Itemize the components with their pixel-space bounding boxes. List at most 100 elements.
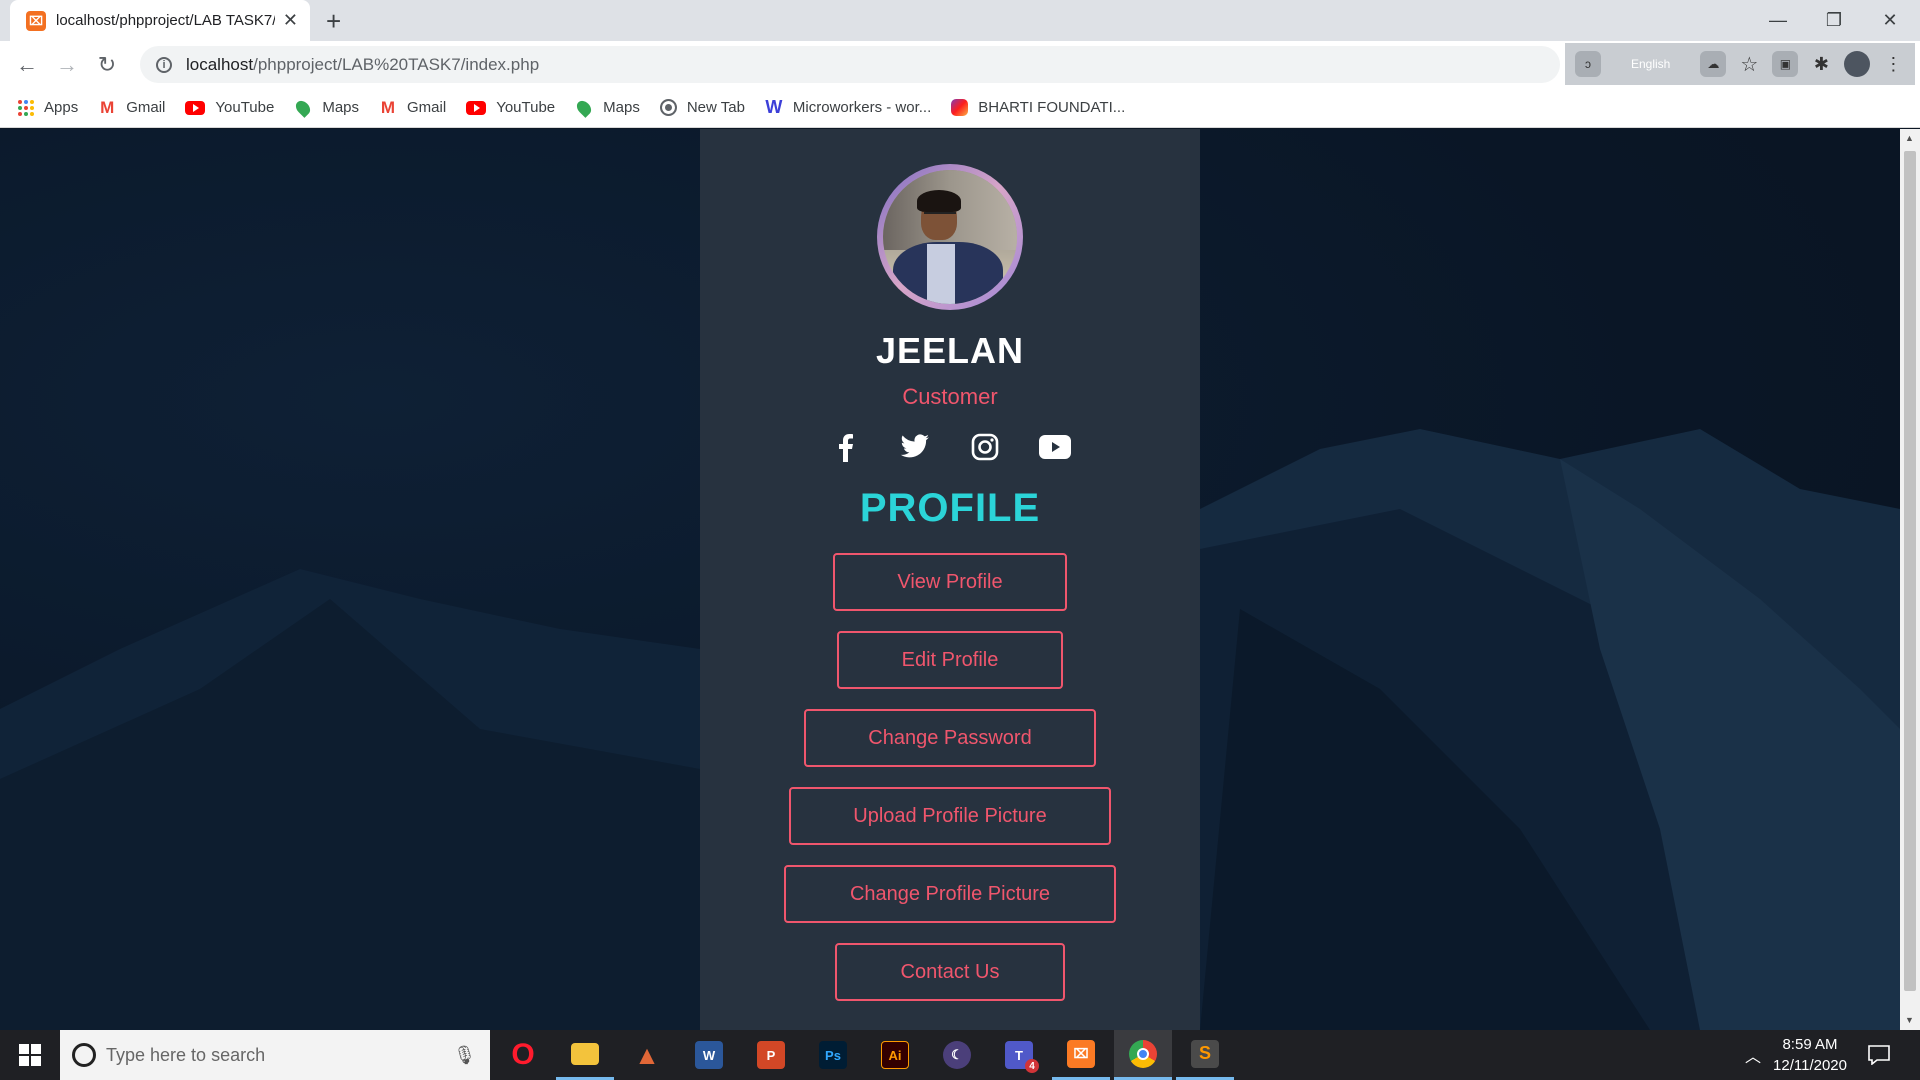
address-bar[interactable]: i localhost/phpproject/LAB%20TASK7/index…	[140, 46, 1560, 83]
sublime-icon[interactable]: S	[1176, 1030, 1234, 1080]
scroll-up-icon[interactable]: ▲	[1905, 133, 1914, 143]
reload-icon[interactable]: ↻	[92, 50, 122, 80]
notification-badge: 4	[1025, 1059, 1039, 1073]
cortana-icon[interactable]	[72, 1043, 96, 1067]
xampp-icon: ⌧	[26, 10, 46, 31]
bookmark-label: New Tab	[686, 99, 745, 116]
instagram-icon[interactable]	[968, 430, 1002, 464]
youtube-icon	[185, 100, 206, 115]
eclipse-icon[interactable]: ☾	[928, 1030, 986, 1080]
social-links	[828, 430, 1072, 464]
bookmark-label: Gmail	[126, 99, 166, 116]
bookmark-label: Apps	[44, 99, 79, 116]
view-profile-button[interactable]: View Profile	[833, 553, 1067, 611]
youtube-icon[interactable]	[1038, 430, 1072, 464]
bookmark-microworkers[interactable]: W Microworkers - wor...	[765, 97, 932, 117]
edit-profile-button[interactable]: Edit Profile	[837, 631, 1063, 689]
microworkers-icon: W	[765, 97, 783, 117]
bookmark-label: YouTube	[496, 99, 556, 116]
url-text[interactable]: localhost/phpproject/LAB%20TASK7/index.p…	[186, 55, 539, 75]
page-viewport: JEELAN Customer PROFILE View Profile Edi…	[0, 129, 1900, 1030]
maps-icon	[574, 97, 595, 118]
bookmark-label: Gmail	[407, 99, 447, 116]
bookmark-label: YouTube	[215, 99, 275, 116]
browser-tab[interactable]: ⌧ localhost/phpproject/LAB TASK7/ ✕	[10, 0, 310, 41]
avatar	[877, 164, 1023, 310]
bookmark-youtube[interactable]: YouTube	[185, 99, 274, 116]
change-profile-picture-button[interactable]: Change Profile Picture	[784, 865, 1116, 923]
restore-icon[interactable]: ❐	[1806, 0, 1862, 41]
globe-icon	[659, 99, 677, 116]
cloud-icon[interactable]: ☁	[1700, 51, 1727, 77]
minimize-icon[interactable]: —	[1750, 0, 1806, 41]
bookmark-gmail[interactable]: M Gmail	[379, 97, 447, 117]
close-icon[interactable]: ✕	[283, 10, 298, 31]
bookmark-label: Microworkers - wor...	[792, 99, 932, 116]
system-clock[interactable]: 8:59 AM 12/11/2020	[1760, 1034, 1860, 1076]
page-scrollbar[interactable]: ▲ ▼	[1900, 129, 1920, 1030]
bookmark-maps[interactable]: Maps	[293, 97, 360, 118]
extensions-puzzle-icon[interactable]: ✱	[1808, 51, 1834, 77]
language-selector[interactable]: English	[1611, 57, 1690, 71]
contact-us-button[interactable]: Contact Us	[835, 943, 1065, 1001]
extension-icon[interactable]: ↄ	[1575, 51, 1601, 77]
photoshop-icon[interactable]: Ps	[804, 1030, 862, 1080]
url-host: localhost	[186, 54, 254, 74]
star-icon[interactable]: ☆	[1736, 51, 1762, 77]
matlab-icon[interactable]: ▲	[618, 1030, 676, 1080]
powerpoint-icon[interactable]: P	[742, 1030, 800, 1080]
chrome-icon[interactable]	[1114, 1030, 1172, 1080]
bookmark-youtube[interactable]: YouTube	[466, 99, 555, 116]
bookmark-label: Maps	[322, 99, 360, 116]
taskbar-search[interactable]: Type here to search 🎙	[60, 1030, 490, 1080]
clock-time: 8:59 AM	[1782, 1036, 1838, 1053]
bookmark-maps[interactable]: Maps	[574, 97, 640, 118]
tab-title: localhost/phpproject/LAB TASK7/	[56, 12, 275, 29]
change-password-button[interactable]: Change Password	[804, 709, 1096, 767]
back-icon[interactable]: ←	[12, 50, 42, 80]
new-tab-icon[interactable]: +	[326, 6, 341, 37]
youtube-icon	[466, 100, 487, 115]
scroll-down-icon[interactable]: ▼	[1905, 1015, 1914, 1025]
bookmark-new-tab[interactable]: New Tab	[659, 99, 745, 116]
file-explorer-icon[interactable]	[556, 1030, 614, 1080]
bookmark-bharti-foundation[interactable]: BHARTI FOUNDATI...	[951, 99, 1125, 116]
upload-profile-picture-button[interactable]: Upload Profile Picture	[789, 787, 1111, 845]
bookmark-apps[interactable]: Apps	[18, 99, 78, 116]
scroll-thumb[interactable]	[1904, 151, 1916, 991]
word-icon[interactable]: W	[680, 1030, 738, 1080]
profile-role: Customer	[902, 384, 998, 409]
info-icon[interactable]: i	[156, 56, 172, 73]
search-input[interactable]: Type here to search	[106, 1045, 453, 1066]
teams-icon[interactable]: T4	[990, 1030, 1048, 1080]
browser-tab-bar: ⌧ localhost/phpproject/LAB TASK7/ ✕ + — …	[0, 0, 1920, 41]
gmail-icon: M	[380, 97, 396, 117]
menu-icon[interactable]: ⋮	[1880, 51, 1906, 77]
clock-date: 12/11/2020	[1773, 1057, 1847, 1074]
bookmark-gmail[interactable]: M Gmail	[98, 98, 166, 117]
url-path: /phpproject/LAB%20TASK7/index.php	[253, 54, 540, 74]
windows-start-icon[interactable]	[0, 1030, 60, 1080]
bookmark-label: Maps	[603, 99, 640, 116]
section-title: PROFILE	[859, 486, 1041, 530]
apps-grid-icon	[18, 99, 34, 116]
extensions-area: ↄ English ☁ ☆ ▣ ✱ ⋮	[1565, 43, 1915, 85]
forward-icon[interactable]: →	[52, 50, 82, 80]
chevron-up-icon[interactable]: ︿	[1745, 1030, 1761, 1080]
bookmarks-bar: Apps M Gmail YouTube Maps M Gmail YouTub…	[0, 88, 1920, 128]
close-window-icon[interactable]: ✕	[1862, 0, 1918, 41]
facebook-icon[interactable]	[828, 430, 862, 464]
twitter-icon[interactable]	[898, 430, 932, 464]
screen: ⌧ localhost/phpproject/LAB TASK7/ ✕ + — …	[0, 0, 1920, 1080]
notifications-icon[interactable]	[1868, 1030, 1890, 1080]
xampp-icon[interactable]: ⌧	[1052, 1030, 1110, 1080]
opera-icon[interactable]: O	[494, 1030, 552, 1080]
screenshot-extension-icon[interactable]: ▣	[1772, 51, 1799, 77]
avatar[interactable]	[1844, 51, 1871, 77]
windows-taskbar: Type here to search 🎙 O ▲ W P Ps Ai ☾ T4…	[0, 1030, 1920, 1080]
maps-icon	[293, 97, 314, 118]
illustrator-icon[interactable]: Ai	[866, 1030, 924, 1080]
browser-toolbar: ← → ↻ i localhost/phpproject/LAB%20TASK7…	[0, 41, 1920, 88]
bookmark-label: BHARTI FOUNDATI...	[978, 99, 1126, 116]
microphone-icon[interactable]: 🎙	[453, 1045, 476, 1066]
